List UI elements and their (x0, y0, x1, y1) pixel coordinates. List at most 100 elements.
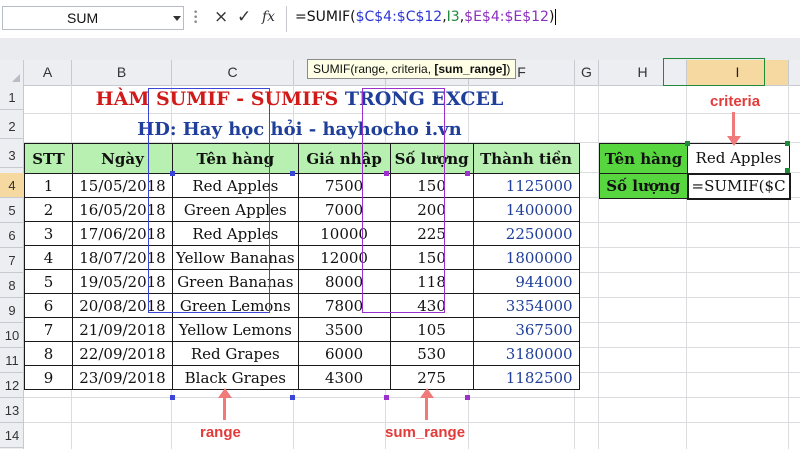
cell-price[interactable]: 3500 (297, 317, 391, 342)
column-header-c[interactable]: C (172, 60, 294, 85)
row-header[interactable]: 5 (0, 198, 24, 223)
row-header[interactable]: 7 (0, 248, 24, 273)
cell-stt[interactable]: 9 (24, 365, 73, 390)
range-resize-handle[interactable] (290, 395, 295, 400)
cell-total[interactable]: 367500 (472, 317, 580, 342)
insert-function-icon[interactable]: fx (262, 9, 275, 25)
cell-stt[interactable]: 2 (24, 197, 73, 222)
row-header[interactable]: 11 (0, 348, 24, 373)
cell-date[interactable]: 19/05/2018 (72, 269, 173, 294)
cell-qty[interactable]: 275 (389, 365, 474, 390)
header-ngay[interactable]: Ngày (72, 143, 173, 174)
lookup-label-qty[interactable]: Số lượng (599, 173, 688, 199)
range-resize-handle[interactable] (170, 171, 175, 176)
header-ten-hang[interactable]: Tên hàng (172, 143, 299, 174)
row-header[interactable]: 3 (0, 143, 24, 168)
column-header-g[interactable]: G (575, 60, 599, 85)
cell-price[interactable]: 8000 (297, 269, 391, 294)
criteria-resize-handle[interactable] (785, 141, 790, 146)
cell-qty[interactable]: 150 (389, 173, 474, 198)
row-header[interactable]: 8 (0, 273, 24, 298)
sum-range-resize-handle[interactable] (465, 171, 470, 176)
cell-total[interactable]: 1125000 (472, 173, 580, 198)
cell-date[interactable]: 16/05/2018 (72, 197, 173, 222)
cell-qty[interactable]: 150 (389, 245, 474, 270)
cell-price[interactable]: 7800 (297, 293, 391, 318)
range-resize-handle[interactable] (170, 395, 175, 400)
sum-range-resize-handle[interactable] (384, 171, 389, 176)
row-header[interactable]: 14 (0, 423, 24, 448)
cell-date[interactable]: 17/06/2018 (72, 221, 173, 246)
cell-qty[interactable]: 118 (389, 269, 474, 294)
name-box[interactable]: SUM (2, 6, 184, 30)
row-header[interactable]: 13 (0, 398, 24, 423)
cell-total[interactable]: 944000 (472, 269, 580, 294)
row-header[interactable]: 6 (0, 223, 24, 248)
cell-date[interactable]: 22/09/2018 (72, 341, 173, 366)
lookup-criteria-cell[interactable]: Red Apples (686, 143, 791, 174)
cell-stt[interactable]: 4 (24, 245, 73, 270)
sum-range-resize-handle[interactable] (465, 395, 470, 400)
criteria-resize-handle[interactable] (785, 168, 790, 173)
sum-range-resize-handle[interactable] (384, 395, 389, 400)
cell-item[interactable]: Green Lemons (172, 293, 299, 318)
range-resize-handle[interactable] (290, 171, 295, 176)
cell-total[interactable]: 3354000 (472, 293, 580, 318)
cell-qty[interactable]: 530 (389, 341, 474, 366)
cell-qty[interactable]: 225 (389, 221, 474, 246)
cell-stt[interactable]: 1 (24, 173, 73, 198)
cell-price[interactable]: 12000 (297, 245, 391, 270)
cell-stt[interactable]: 8 (24, 341, 73, 366)
cell-total[interactable]: 3180000 (472, 341, 580, 366)
header-thanh-tien[interactable]: Thành tiền (472, 143, 580, 174)
function-tooltip[interactable]: SUMIF(range, criteria, [sum_range]) (307, 59, 517, 79)
cell-item[interactable]: Black Grapes (172, 365, 299, 390)
row-header[interactable]: 4 (0, 173, 24, 198)
row-header[interactable]: 12 (0, 373, 24, 398)
cell-price[interactable]: 7500 (297, 173, 391, 198)
criteria-resize-handle[interactable] (685, 141, 690, 146)
cell-total[interactable]: 2250000 (472, 221, 580, 246)
cell-item[interactable]: Yellow Lemons (172, 317, 299, 342)
cell-stt[interactable]: 6 (24, 293, 73, 318)
row-header[interactable]: 2 (0, 114, 24, 139)
lookup-label-item[interactable]: Tên hàng (599, 143, 688, 174)
enter-icon[interactable]: ✓ (237, 7, 251, 27)
header-so-luong[interactable]: Số lượng (389, 143, 474, 174)
formula-input[interactable]: =SUMIF($C$4:$C$12,I3,$E$4:$E$12) (286, 6, 800, 32)
row-header[interactable]: 10 (0, 323, 24, 348)
header-gia-nhap[interactable]: Giá nhập (297, 143, 391, 174)
cell-total[interactable]: 1182500 (472, 365, 580, 390)
row-header[interactable]: 1 (0, 85, 24, 110)
worksheet-grid[interactable]: HÀM SUMIF - SUMIFS TRONG EXCEL HD: Hay h… (24, 85, 800, 449)
cell-price[interactable]: 10000 (297, 221, 391, 246)
drag-handle-icon[interactable]: • • • (193, 9, 198, 28)
row-header[interactable]: 9 (0, 298, 24, 323)
column-header-a[interactable]: A (24, 60, 72, 85)
cell-date[interactable]: 21/09/2018 (72, 317, 173, 342)
cell-item[interactable]: Green Bananas (172, 269, 299, 294)
cell-date[interactable]: 15/05/2018 (72, 173, 173, 198)
cell-price[interactable]: 6000 (297, 341, 391, 366)
cell-qty[interactable]: 430 (389, 293, 474, 318)
cell-item[interactable]: Red Apples (172, 221, 299, 246)
chevron-down-icon[interactable] (173, 16, 181, 21)
cell-total[interactable]: 1400000 (472, 197, 580, 222)
cell-date[interactable]: 18/07/2018 (72, 245, 173, 270)
cell-price[interactable]: 7000 (297, 197, 391, 222)
cell-total[interactable]: 1800000 (472, 245, 580, 270)
select-all-button[interactable] (0, 60, 24, 85)
active-cell-editor[interactable]: =SUMIF($C (686, 172, 791, 200)
cell-item[interactable]: Red Grapes (172, 341, 299, 366)
header-stt[interactable]: STT (24, 143, 73, 174)
cell-date[interactable]: 20/08/2018 (72, 293, 173, 318)
cell-date[interactable]: 23/09/2018 (72, 365, 173, 390)
column-header-i[interactable]: I (687, 60, 789, 85)
cell-stt[interactable]: 7 (24, 317, 73, 342)
column-header-b[interactable]: B (72, 60, 172, 85)
cell-item[interactable]: Green Apples (172, 197, 299, 222)
cancel-icon[interactable]: × (214, 7, 228, 27)
cell-qty[interactable]: 105 (389, 317, 474, 342)
cell-item[interactable]: Red Apples (172, 173, 299, 198)
cell-price[interactable]: 4300 (297, 365, 391, 390)
